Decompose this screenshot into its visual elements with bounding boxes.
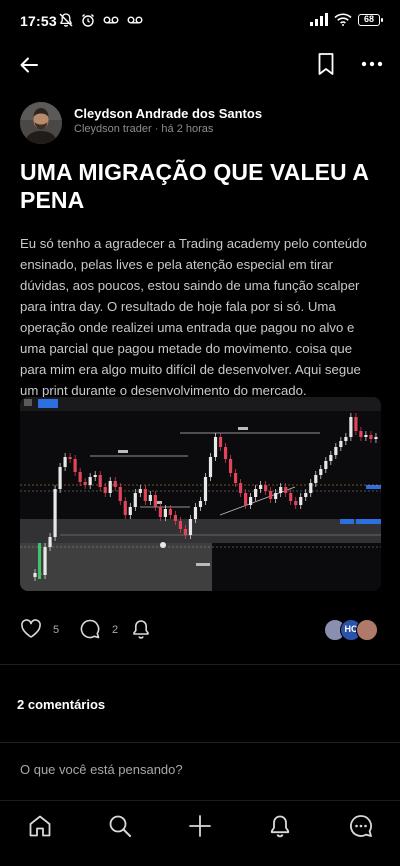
comment-input[interactable]: O que você está pensando? — [20, 762, 183, 777]
alarm-icon — [82, 14, 94, 27]
author-meta: Cleydson trader · há 2 horas — [74, 123, 214, 135]
comments-heading: 2 comentários — [17, 697, 106, 712]
status-time: 17:53 — [20, 13, 57, 29]
participant-avatar — [356, 619, 378, 641]
post-title: UMA MIGRAÇÃO QUE VALEU A PENA — [20, 159, 369, 213]
bell-icon[interactable] — [267, 813, 293, 839]
post-actions: 5 2 HC — [20, 618, 380, 644]
home-icon[interactable] — [27, 813, 53, 839]
mute-icon — [59, 13, 73, 27]
post-body: Eu só tenho a agradecer a Trading academ… — [20, 236, 367, 398]
participants-avatars[interactable]: HC — [324, 619, 380, 643]
status-system-icons: 68 — [310, 13, 383, 26]
battery-level: 68 — [363, 13, 374, 24]
search-icon[interactable] — [107, 813, 133, 839]
avatar[interactable] — [20, 102, 62, 144]
bookmark-button[interactable] — [314, 51, 338, 77]
comment-count: 2 — [112, 624, 119, 636]
voicemail-icon — [103, 16, 119, 24]
wifi-icon — [334, 13, 352, 26]
voicemail-icon — [127, 16, 143, 24]
post-author[interactable]: Cleydson Andrade dos Santos Cleydson tra… — [20, 102, 380, 146]
status-bar: 17:53 68 — [0, 0, 400, 44]
author-name[interactable]: Cleydson Andrade dos Santos — [74, 106, 262, 121]
like-button[interactable] — [20, 618, 42, 640]
more-options-button[interactable] — [358, 52, 386, 76]
status-notification-icons — [58, 12, 144, 28]
top-bar — [0, 44, 400, 84]
back-button[interactable] — [16, 52, 42, 78]
divider — [0, 742, 400, 743]
comment-button[interactable] — [79, 618, 101, 640]
signal-icon — [310, 13, 328, 26]
divider — [0, 664, 400, 665]
plus-icon[interactable] — [187, 813, 213, 839]
notify-bell-button[interactable] — [130, 618, 152, 640]
like-count: 5 — [53, 624, 60, 636]
chat-icon[interactable] — [348, 813, 374, 839]
post-image-trading-chart[interactable] — [20, 397, 381, 591]
battery-icon: 68 — [358, 13, 383, 26]
bottom-nav — [0, 800, 400, 866]
